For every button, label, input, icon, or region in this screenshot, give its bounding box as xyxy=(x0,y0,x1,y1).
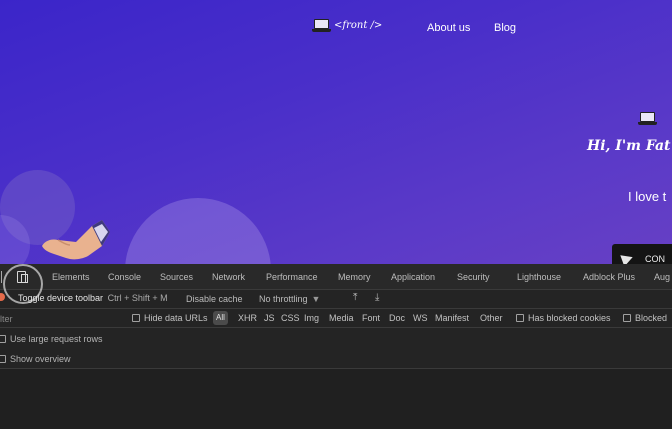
filter-xhr[interactable]: XHR xyxy=(238,313,257,323)
filter-other[interactable]: Other xyxy=(480,313,503,323)
filter-all-button[interactable]: All xyxy=(213,311,228,325)
logo-text: <front /> xyxy=(334,20,383,31)
nav-blog-link[interactable]: Blog xyxy=(494,22,516,34)
chevron-down-icon: ▼ xyxy=(311,294,321,304)
blocked-label: Blocked xyxy=(635,313,668,323)
devtools-panel: Elements Console Sources Network Perform… xyxy=(0,264,672,429)
website-viewport: <front /> About us Blog Hi, I'm Fat I lo… xyxy=(0,0,672,264)
download-icon[interactable]: ⤓ xyxy=(375,292,379,303)
blocked-requests-checkbox[interactable]: Blocked xyxy=(623,313,667,323)
hide-data-urls-label: Hide data URLs xyxy=(144,313,208,323)
filter-img[interactable]: Img xyxy=(304,313,319,323)
decorative-circle xyxy=(125,198,271,264)
filter-font[interactable]: Font xyxy=(362,313,380,323)
checkbox-icon xyxy=(516,314,524,322)
hero-subtitle: I love t xyxy=(628,189,667,204)
tab-network[interactable]: Network xyxy=(212,272,245,282)
upload-icon[interactable]: ⤒ xyxy=(353,292,357,303)
tab-performance[interactable]: Performance xyxy=(266,272,318,282)
checkbox-icon xyxy=(623,314,631,322)
laptop-icon xyxy=(638,112,657,125)
devtools-tab-bar: Elements Console Sources Network Perform… xyxy=(0,264,672,290)
tab-sources[interactable]: Sources xyxy=(160,272,193,282)
has-blocked-cookies-label: Has blocked cookies xyxy=(528,313,611,323)
checkbox-icon xyxy=(132,314,140,322)
tab-more[interactable]: Aug xyxy=(654,272,670,282)
site-logo[interactable]: <front /> xyxy=(312,19,382,32)
hero-title: Hi, I'm Fat xyxy=(587,138,671,154)
filter-js[interactable]: JS xyxy=(264,313,275,323)
large-rows-checkbox[interactable]: Use large request rows xyxy=(0,334,103,344)
tab-console[interactable]: Console xyxy=(108,272,141,282)
checkbox-icon xyxy=(0,355,6,363)
laptop-icon xyxy=(312,19,331,32)
disable-cache-checkbox[interactable]: Disable cache xyxy=(186,294,243,304)
tab-elements[interactable]: Elements xyxy=(52,272,90,282)
show-overview-label: Show overview xyxy=(10,354,71,364)
tooltip-shortcut: Ctrl + Shift + M xyxy=(107,293,168,303)
filter-manifest[interactable]: Manifest xyxy=(435,313,469,323)
tooltip-label: Toggle device toolbar xyxy=(18,293,104,303)
throttling-select[interactable]: No throttling ▼ xyxy=(259,294,320,304)
request-list-area xyxy=(0,369,672,429)
contact-button[interactable]: CON xyxy=(612,244,672,264)
tab-application[interactable]: Application xyxy=(391,272,435,282)
tab-security[interactable]: Security xyxy=(457,272,490,282)
filter-media[interactable]: Media xyxy=(329,313,354,323)
show-overview-checkbox[interactable]: Show overview xyxy=(0,354,71,364)
nav-about-link[interactable]: About us xyxy=(427,22,470,34)
hide-data-urls-checkbox[interactable]: Hide data URLs xyxy=(132,313,208,323)
filter-doc[interactable]: Doc xyxy=(389,313,405,323)
contact-button-label: CON xyxy=(645,254,665,264)
has-blocked-cookies-checkbox[interactable]: Has blocked cookies xyxy=(516,313,611,323)
filter-ws[interactable]: WS xyxy=(413,313,428,323)
toggle-device-tooltip: Toggle device toolbar Ctrl + Shift + M xyxy=(14,291,172,307)
tab-adblock-plus[interactable]: Adblock Plus xyxy=(583,272,635,282)
pointing-hand-icon xyxy=(42,220,110,260)
send-icon xyxy=(620,251,635,264)
throttling-value: No throttling xyxy=(259,294,308,304)
checkbox-icon xyxy=(0,335,6,343)
filter-input[interactable]: ilter xyxy=(0,314,13,324)
tab-memory[interactable]: Memory xyxy=(338,272,371,282)
filter-css[interactable]: CSS xyxy=(281,313,300,323)
large-rows-label: Use large request rows xyxy=(10,334,103,344)
tab-lighthouse[interactable]: Lighthouse xyxy=(517,272,561,282)
